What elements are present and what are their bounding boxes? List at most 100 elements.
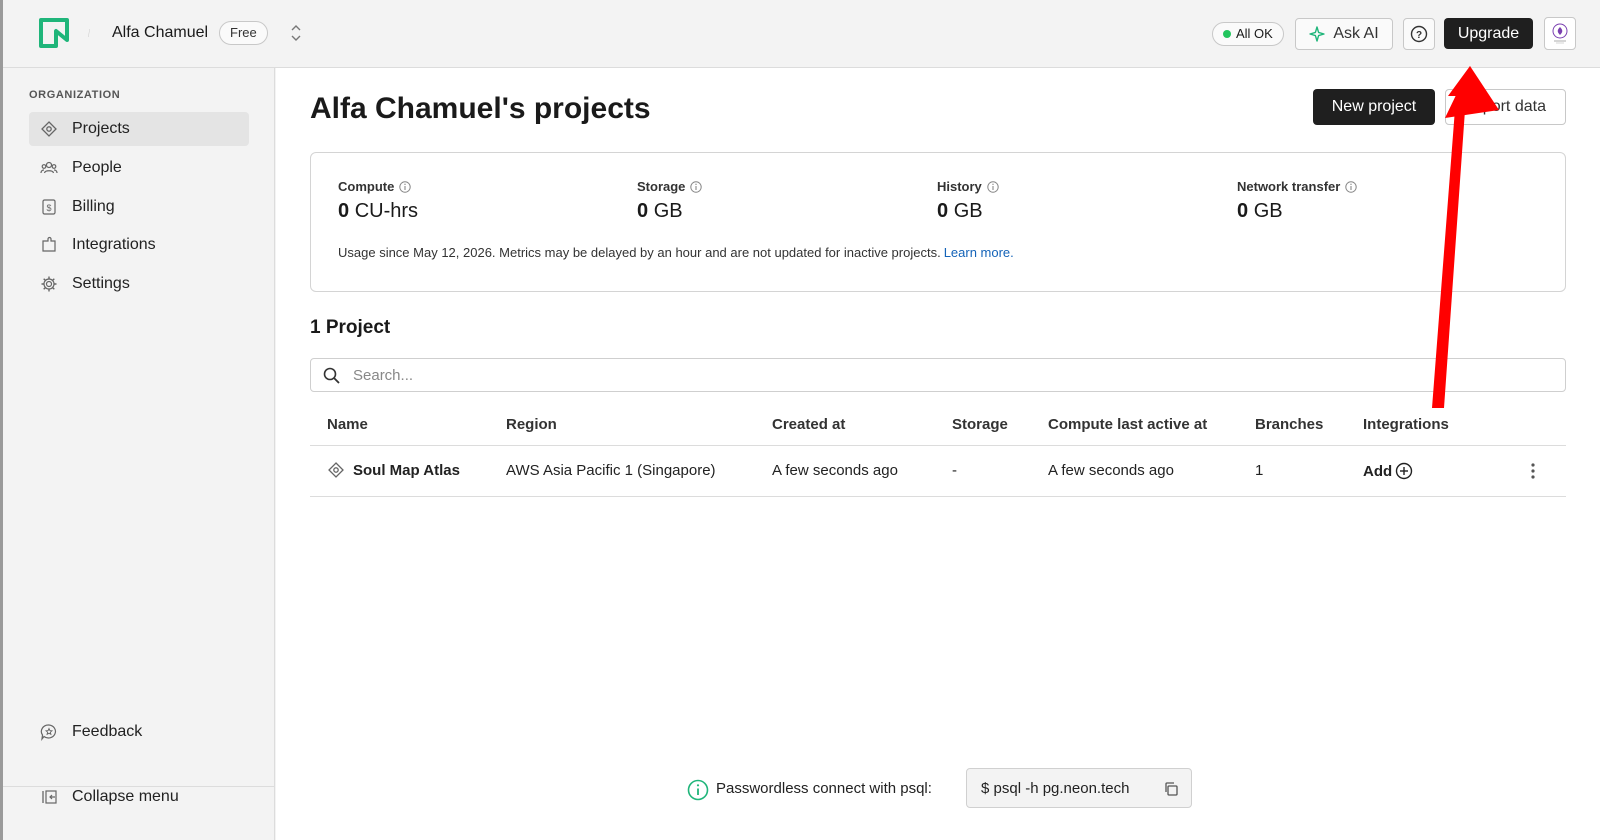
metric-network-transfer: Network transfer 0 GB	[1237, 179, 1358, 223]
metric-history: History 0 GB	[937, 179, 999, 223]
ask-ai-label: Ask AI	[1333, 25, 1379, 42]
usage-card: Compute 0 CU-hrs Storage 0 GB History 0 …	[310, 152, 1566, 292]
info-icon[interactable]	[1345, 180, 1358, 193]
status-text: All OK	[1236, 26, 1273, 41]
column-header-region[interactable]: Region	[506, 416, 557, 433]
column-header-compute-last-active[interactable]: Compute last active at	[1048, 416, 1207, 433]
sidebar-item-label: Settings	[72, 275, 130, 292]
integrations-icon	[42, 236, 56, 252]
column-header-storage[interactable]: Storage	[952, 416, 1008, 433]
metric-value: 0	[338, 200, 350, 222]
psql-command-box[interactable]: $ psql -h pg.neon.tech	[966, 768, 1192, 808]
svg-text:$: $	[46, 203, 51, 213]
app-window: Alfa Chamuel Free All OK Ask AI ? Upgrad…	[0, 0, 1600, 840]
metric-value: 0	[937, 200, 949, 222]
chevron-up-down-icon[interactable]	[290, 22, 302, 44]
ask-ai-button[interactable]: Ask AI	[1295, 18, 1393, 50]
psql-command: $ psql -h pg.neon.tech	[981, 779, 1130, 797]
psql-label: Passwordless connect with psql:	[716, 780, 932, 797]
sidebar-item-settings[interactable]: Settings	[29, 267, 249, 301]
search-box[interactable]	[310, 358, 1566, 392]
avatar[interactable]	[1544, 17, 1576, 50]
feedback-label: Feedback	[72, 723, 143, 740]
main-content: Alfa Chamuel's projects New project Impo…	[276, 68, 1600, 840]
search-input[interactable]	[353, 359, 1553, 391]
column-header-branches[interactable]: Branches	[1255, 416, 1323, 433]
sparkle-icon	[1309, 26, 1326, 42]
project-icon	[328, 462, 344, 478]
copy-icon[interactable]	[1163, 781, 1179, 797]
status-badge[interactable]: All OK	[1212, 22, 1284, 46]
user-avatar-icon	[1552, 23, 1568, 43]
collapse-menu-label: Collapse menu	[72, 788, 179, 805]
plan-badge: Free	[219, 21, 268, 45]
table-row[interactable]: Soul Map Atlas AWS Asia Pacific 1 (Singa…	[310, 446, 1566, 497]
metric-value: 0	[1237, 200, 1249, 222]
page-title: Alfa Chamuel's projects	[310, 92, 651, 125]
help-button[interactable]: ?	[1403, 18, 1435, 50]
info-icon[interactable]	[399, 180, 412, 193]
project-name-cell[interactable]: Soul Map Atlas	[327, 461, 460, 479]
info-icon	[687, 779, 709, 801]
sidebar-item-label: Projects	[72, 120, 130, 137]
column-header-name[interactable]: Name	[327, 416, 368, 433]
more-options-icon[interactable]	[1530, 460, 1536, 482]
sidebar-item-people[interactable]: People	[29, 151, 249, 185]
metric-label: Storage	[637, 179, 686, 194]
neon-logo-icon[interactable]	[39, 18, 69, 48]
sidebar-item-projects[interactable]: Projects	[29, 112, 249, 146]
sidebar-section-title: ORGANIZATION	[29, 89, 121, 101]
svg-text:?: ?	[1416, 30, 1422, 41]
upgrade-button[interactable]: Upgrade	[1444, 18, 1533, 49]
learn-more-link[interactable]: Learn more.	[944, 245, 1014, 260]
metric-compute: Compute 0 CU-hrs	[338, 179, 418, 223]
feedback-icon	[40, 724, 57, 741]
metric-unit: GB	[1253, 200, 1283, 222]
sidebar-item-integrations[interactable]: Integrations	[29, 228, 249, 262]
collapse-menu-button[interactable]: Collapse menu	[29, 780, 249, 814]
people-icon	[40, 161, 58, 174]
search-icon	[323, 367, 340, 384]
metric-unit: GB	[653, 200, 683, 222]
metric-label: History	[937, 179, 982, 194]
org-name[interactable]: Alfa Chamuel	[112, 24, 208, 42]
projects-table: Name Region Created at Storage Compute l…	[310, 404, 1566, 497]
question-icon: ?	[1410, 25, 1428, 43]
metric-label: Network transfer	[1237, 179, 1341, 194]
project-created-at: A few seconds ago	[772, 462, 898, 479]
metric-unit: CU-hrs	[354, 200, 419, 222]
sidebar-item-label: Billing	[72, 198, 115, 215]
project-branches: 1	[1255, 462, 1264, 479]
table-header: Name Region Created at Storage Compute l…	[310, 404, 1566, 446]
feedback-button[interactable]: Feedback	[29, 715, 249, 749]
info-icon[interactable]	[987, 180, 999, 193]
top-bar: Alfa Chamuel Free All OK Ask AI ? Upgrad…	[3, 0, 1600, 68]
project-storage: -	[952, 462, 957, 479]
breadcrumb-separator	[88, 28, 90, 38]
psql-connect-bar: Passwordless connect with psql: $ psql -…	[276, 768, 1600, 808]
project-region: AWS Asia Pacific 1 (Singapore)	[506, 462, 716, 479]
column-header-integrations[interactable]: Integrations	[1363, 416, 1449, 433]
status-dot	[1223, 30, 1231, 38]
metric-unit: GB	[953, 200, 983, 222]
metric-storage: Storage 0 GB	[637, 179, 703, 223]
column-header-created-at[interactable]: Created at	[772, 416, 845, 433]
project-name[interactable]: Soul Map Atlas	[353, 462, 460, 479]
import-data-button[interactable]: Import data	[1445, 89, 1566, 125]
sidebar-item-label: Integrations	[72, 236, 156, 253]
plus-circle-icon	[1395, 462, 1413, 480]
gear-icon	[41, 276, 57, 292]
add-integration-button[interactable]: Add	[1363, 462, 1413, 480]
projects-icon	[41, 121, 57, 137]
collapse-icon	[42, 790, 57, 804]
billing-icon: $	[42, 199, 56, 215]
info-icon[interactable]	[690, 180, 703, 193]
usage-note: Usage since May 12, 2026. Metrics may be…	[338, 245, 1014, 260]
sidebar-item-billing[interactable]: $ Billing	[29, 190, 249, 224]
sidebar: ORGANIZATION Projects People $ Billing I…	[3, 68, 275, 840]
project-compute-last-active: A few seconds ago	[1048, 462, 1174, 479]
sidebar-item-label: People	[72, 159, 122, 176]
metric-value: 0	[637, 200, 649, 222]
usage-note-text: Usage since May 12, 2026. Metrics may be…	[338, 245, 941, 260]
new-project-button[interactable]: New project	[1313, 89, 1435, 125]
